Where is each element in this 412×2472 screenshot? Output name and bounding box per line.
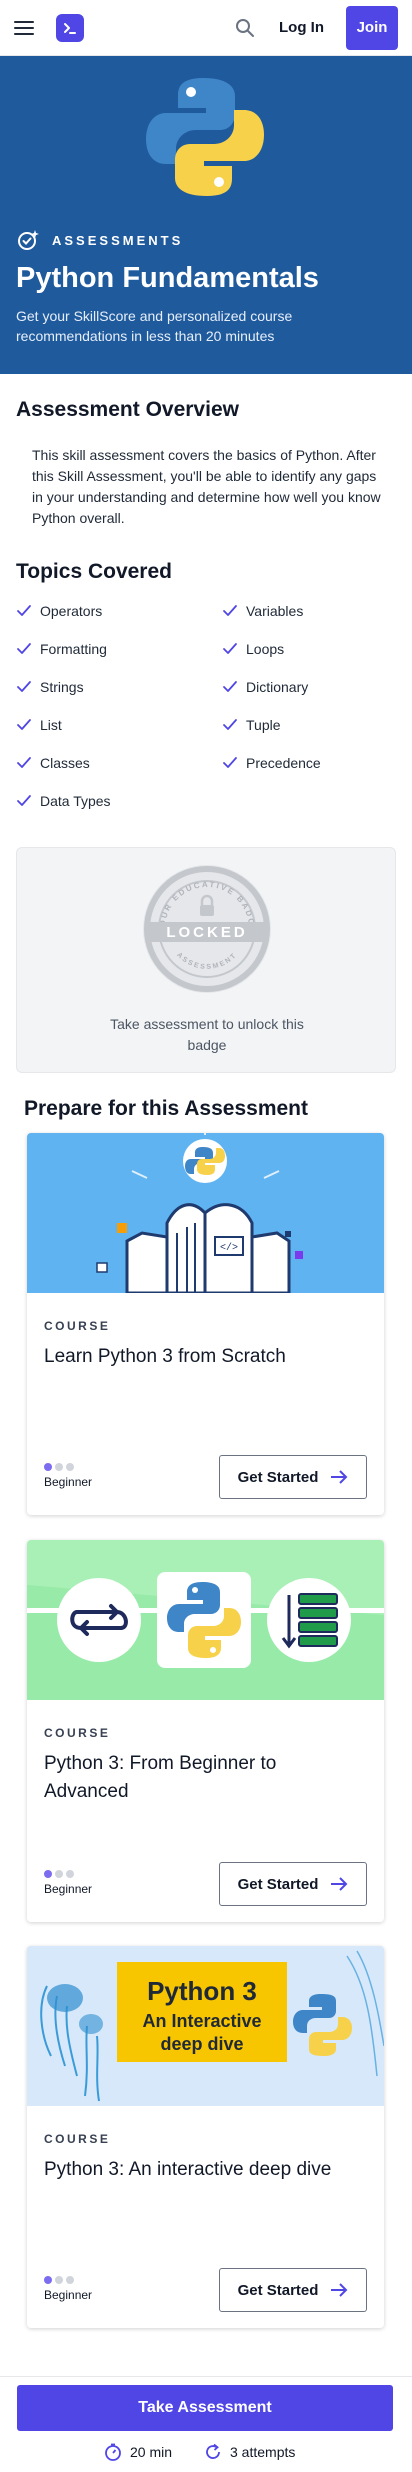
check-icon [17,643,31,654]
arrow-right-icon [331,1470,348,1484]
python-logo [146,78,264,196]
course-level: Beginner [44,1475,93,1489]
attempts-text: 3 attempts [230,2444,296,2460]
check-icon [223,719,237,730]
arrow-right-icon [331,2283,348,2297]
assessments-tag: ASSESSMENTS [16,228,183,252]
top-nav: Log In Join [0,0,412,56]
topic-label: Strings [40,679,84,695]
topic-label: Data Types [40,793,111,809]
get-started-button[interactable]: Get Started [219,1862,367,1906]
overview-text: This skill assessment covers the basics … [32,447,381,526]
duration-text: 20 min [130,2444,173,2460]
hamburger-icon[interactable] [14,20,34,35]
thumb-line-3: deep dive [160,2034,243,2054]
sticky-footer: Take Assessment 20 min 3 attempts [0,2376,412,2472]
svg-text:</>: </> [220,1242,238,1254]
level-indicator [44,1870,74,1878]
topic-item: Data Types [16,793,111,809]
topic-label: Variables [246,603,304,619]
topic-item: Tuple [222,717,281,733]
course-kind: COURSE [44,2132,111,2146]
course-kind: COURSE [44,1319,111,1333]
topic-label: List [40,717,62,733]
take-assessment-button[interactable]: Take Assessment [17,2385,393,2431]
get-started-button[interactable]: Get Started [219,1455,367,1499]
thumb-line-1: Python 3 [147,1976,257,2006]
attempts-meta: 3 attempts [204,2443,295,2461]
topic-item: Loops [222,641,284,657]
topic-item: Variables [222,603,303,619]
page-title: Python Fundamentals [16,262,319,294]
overview-heading: Assessment Overview [16,398,239,421]
timer-icon [105,2443,121,2461]
check-icon [17,605,31,616]
topic-label: Classes [40,755,90,771]
hero-banner: ASSESSMENTS Python Fundamentals Get your… [0,56,412,374]
topic-label: Operators [40,603,103,619]
topic-item: Formatting [16,641,107,657]
duration-meta: 20 min [104,2443,172,2461]
topic-item: Classes [16,755,90,771]
course-level: Beginner [44,2288,93,2302]
topic-label: Tuple [246,717,281,733]
course-title[interactable]: Python 3: An interactive deep dive [44,2156,364,2184]
topic-item: Strings [16,679,84,695]
check-icon [17,681,31,692]
topics-heading: Topics Covered [16,560,172,583]
locked-badge-icon: YOUR EDUCATIVE BADGE ASSESSMENT LOCKED [140,862,271,993]
check-icon [17,757,31,768]
check-icon [223,605,237,616]
course-card[interactable]: Python 3 An Interactive deep dive COURSE… [27,1946,384,2328]
prepare-heading: Prepare for this Assessment [24,1097,309,1120]
topic-item: Precedence [222,755,321,771]
assessment-badge-icon [18,230,39,250]
course-title[interactable]: Learn Python 3 from Scratch [44,1343,364,1371]
check-icon [223,681,237,692]
level-indicator [44,2276,74,2284]
course-thumbnail: </> [27,1133,384,1295]
refresh-icon [206,2443,220,2459]
thumb-line-2: An Interactive [142,2011,261,2031]
course-card[interactable]: </> COURSE Learn Python 3 from Scratch B… [27,1133,384,1515]
topic-item: Dictionary [222,679,308,695]
check-icon [223,643,237,654]
topic-item: List [16,717,62,733]
topic-label: Formatting [40,641,107,657]
check-icon [17,719,31,730]
hero-subtitle: Get your SkillScore and personalized cou… [16,308,293,344]
assessments-label: ASSESSMENTS [52,232,184,248]
login-link[interactable]: Log In [279,19,324,36]
get-started-label: Get Started [237,1875,319,1893]
topic-item: Operators [16,603,102,619]
check-icon [17,795,31,806]
get-started-button[interactable]: Get Started [219,2268,367,2312]
search-icon[interactable] [235,18,255,38]
topic-label: Loops [246,641,285,657]
get-started-label: Get Started [237,1468,319,1486]
level-indicator [44,1463,74,1471]
get-started-label: Get Started [237,2281,319,2299]
course-title[interactable]: Python 3: From Beginner to Advanced [44,1750,364,1806]
unlock-text: Take assessment to unlock this badge [110,1016,304,1053]
check-icon [223,757,237,768]
course-thumbnail [27,1540,384,1700]
topic-label: Precedence [246,755,321,771]
course-thumbnail: Python 3 An Interactive deep dive [27,1946,384,2106]
join-button[interactable]: Join [346,5,398,50]
course-kind: COURSE [44,1726,111,1740]
course-level: Beginner [44,1882,93,1896]
arrow-right-icon [331,1877,348,1891]
course-card[interactable]: COURSE Python 3: From Beginner to Advanc… [27,1540,384,1922]
terminal-logo-icon[interactable] [56,13,84,42]
topic-label: Dictionary [246,679,309,695]
badge-status: LOCKED [166,924,247,941]
badge-card: YOUR EDUCATIVE BADGE ASSESSMENT LOCKED T… [16,847,396,1073]
